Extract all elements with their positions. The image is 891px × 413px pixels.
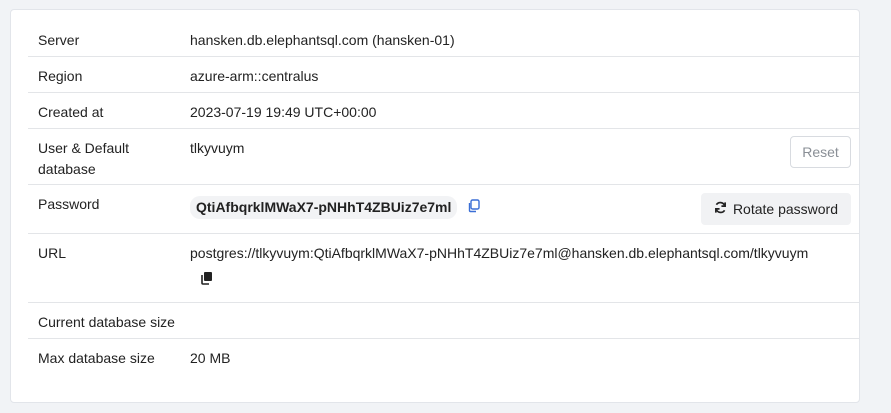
- label-current-database-size: Current database size: [38, 314, 175, 330]
- value-created-at: 2023-07-19 19:49 UTC+00:00: [190, 104, 377, 120]
- refresh-icon: [714, 194, 727, 224]
- url-value: postgres://tlkyvuym:QtiAfbqrklMWaX7-pNHh…: [190, 245, 809, 261]
- label-password: Password: [38, 196, 100, 212]
- row-password: Password QtiAfbqrklMWaX7-pNHhT4ZBUiz7e7m…: [28, 185, 859, 234]
- row-user: User & Default database tlkyvuym Reset: [28, 129, 859, 185]
- value-current-database-size: [190, 303, 859, 338]
- value-password: QtiAfbqrklMWaX7-pNHhT4ZBUiz7e7ml Rotate …: [190, 185, 859, 233]
- password-value: QtiAfbqrklMWaX7-pNHhT4ZBUiz7e7ml: [190, 196, 458, 219]
- row-region: Region azure-arm::centralus: [28, 57, 859, 93]
- copy-url-icon[interactable]: [200, 270, 859, 291]
- label-url: URL: [38, 245, 67, 261]
- row-max-database-size: Max database size 20 MB: [28, 339, 859, 375]
- rotate-password-button[interactable]: Rotate password: [700, 193, 851, 225]
- value-url: postgres://tlkyvuym:QtiAfbqrklMWaX7-pNHh…: [190, 234, 859, 302]
- row-url: URL postgres://tlkyvuym:QtiAfbqrklMWaX7-…: [28, 234, 859, 303]
- label-server: Server: [38, 32, 80, 48]
- reset-button[interactable]: Reset: [790, 136, 851, 168]
- details-table: Server hansken.db.elephantsql.com (hansk…: [28, 21, 859, 375]
- value-region: azure-arm::centralus: [190, 68, 319, 84]
- instance-details-card: Server hansken.db.elephantsql.com (hansk…: [10, 9, 860, 403]
- row-created-at: Created at 2023-07-19 19:49 UTC+00:00: [28, 93, 859, 129]
- row-current-database-size: Current database size: [28, 303, 859, 339]
- label-user-line2: database: [38, 161, 96, 177]
- copy-icon[interactable]: [467, 198, 480, 219]
- value-server: hansken.db.elephantsql.com (hansken-01): [190, 32, 455, 48]
- value-user: tlkyvuym Reset: [190, 129, 859, 184]
- label-region: Region: [38, 68, 83, 84]
- row-server: Server hansken.db.elephantsql.com (hansk…: [28, 21, 859, 57]
- label-user: User & Default database: [28, 129, 190, 184]
- label-max-database-size: Max database size: [38, 350, 155, 366]
- label-created-at: Created at: [38, 104, 104, 120]
- user-name: tlkyvuym: [190, 140, 245, 156]
- value-max-database-size: 20 MB: [190, 350, 231, 366]
- label-user-line1: User & Default: [38, 140, 130, 156]
- rotate-password-label: Rotate password: [732, 201, 838, 217]
